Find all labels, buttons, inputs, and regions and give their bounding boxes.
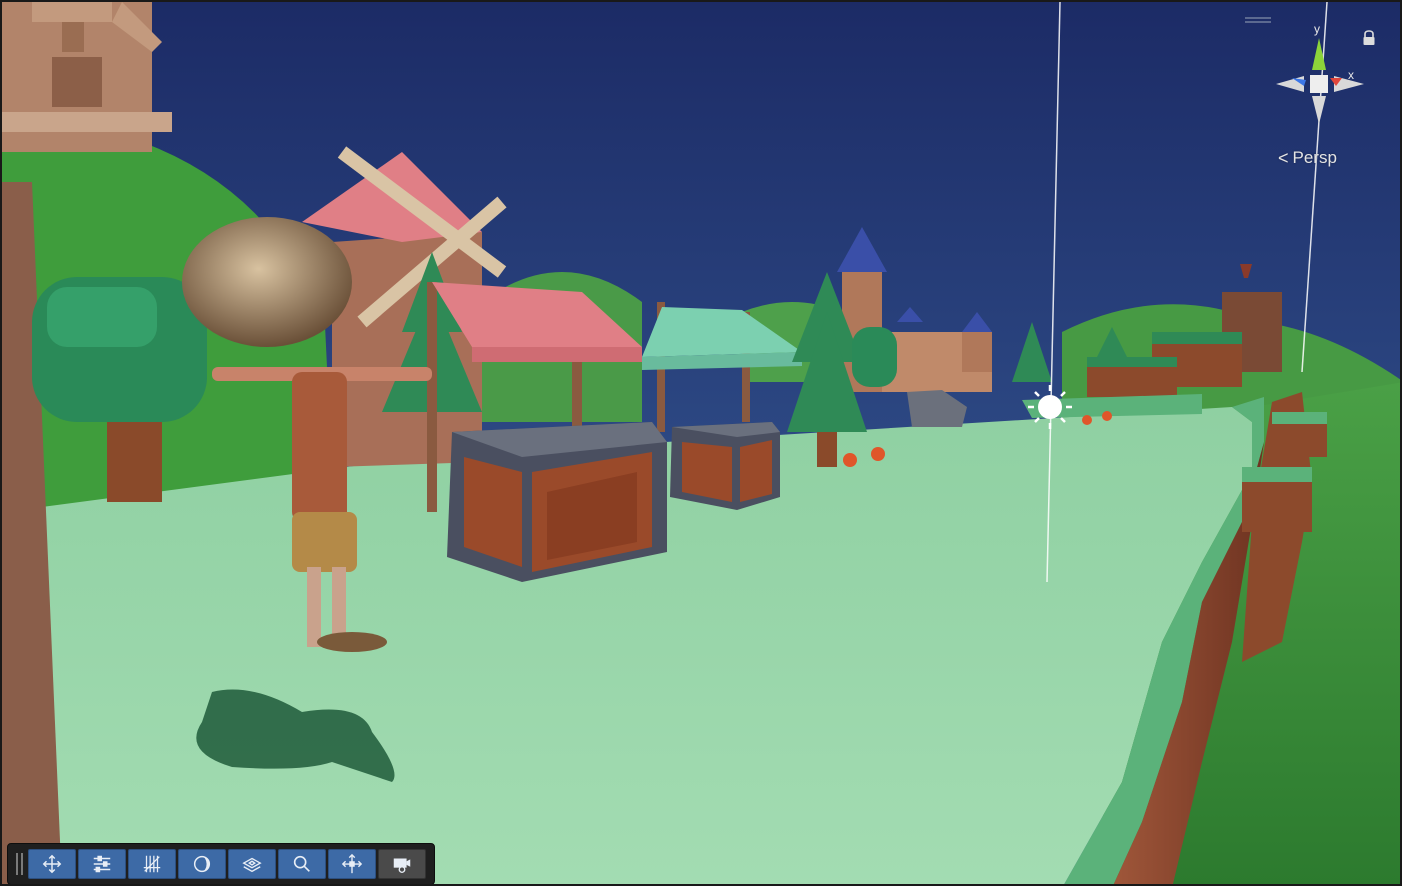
gizmo-y-axis[interactable] [1312, 38, 1326, 70]
projection-toggle[interactable]: < Persp [1278, 146, 1337, 170]
sliders-icon [93, 855, 111, 873]
transform-tool-button[interactable] [78, 849, 126, 879]
crate-large [447, 422, 667, 582]
overlay-drag-handle[interactable] [12, 849, 26, 879]
chevron-left-icon: < [1278, 148, 1289, 168]
scene-render[interactable] [2, 2, 1402, 886]
magnifier-icon [293, 855, 310, 872]
scene-view[interactable]: y x < Persp [0, 0, 1402, 886]
camera-icon [393, 858, 411, 873]
windmill-tower [2, 2, 172, 152]
bush-tree [852, 327, 897, 387]
pivot-tool-button[interactable] [328, 849, 376, 879]
layers-tool-button[interactable] [228, 849, 276, 879]
grid-snap-tool-button[interactable] [128, 849, 176, 879]
grid-snap-icon [143, 855, 161, 873]
move-arrows-icon [42, 854, 62, 874]
lock-icon[interactable] [1362, 30, 1376, 46]
search-tool-button[interactable] [278, 849, 326, 879]
moon-icon [193, 855, 211, 873]
crate-small [670, 422, 780, 510]
gizmo-neg-y-axis[interactable] [1312, 96, 1326, 124]
gizmo-center-cube[interactable] [1310, 75, 1328, 93]
layers-icon [242, 857, 262, 873]
pivot-icon [341, 853, 363, 874]
tools-overlay[interactable] [7, 843, 435, 884]
lighting-toggle-button[interactable] [178, 849, 226, 879]
gizmo-y-label: y [1314, 22, 1320, 36]
gizmo-neg-x-axis[interactable] [1276, 76, 1304, 92]
camera-tool-button[interactable] [378, 849, 426, 879]
gizmo-x-label: x [1348, 68, 1354, 82]
projection-label: Persp [1292, 148, 1337, 167]
move-tool-button[interactable] [28, 849, 76, 879]
